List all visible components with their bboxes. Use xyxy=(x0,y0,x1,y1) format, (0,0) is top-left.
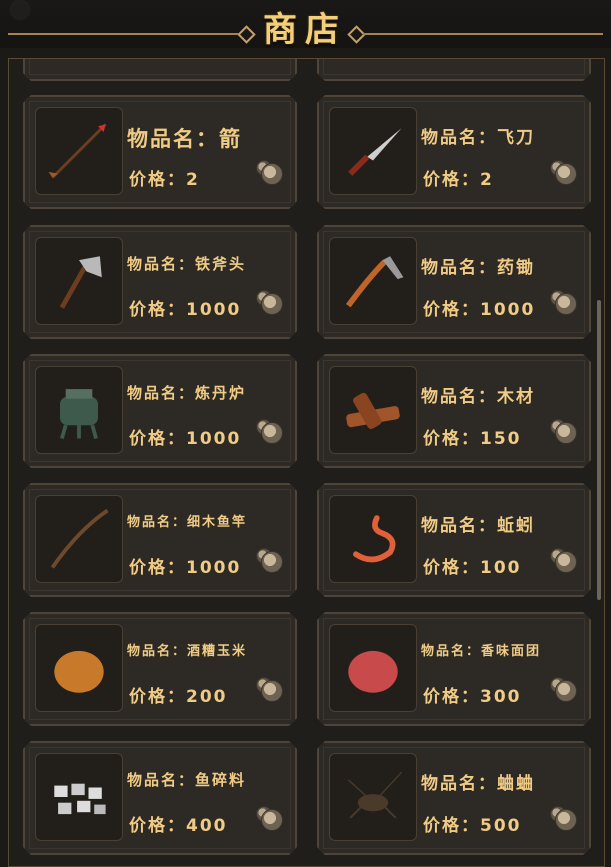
coin-icon xyxy=(261,809,283,831)
item-thumbnail xyxy=(329,237,417,325)
item-thumbnail xyxy=(35,107,123,195)
item-price: 价格：300 xyxy=(423,687,522,707)
coin-icon xyxy=(555,809,577,831)
shop-item-card-partial[interactable] xyxy=(23,58,297,81)
shop-item-card-partial[interactable] xyxy=(317,58,591,81)
shop-item-card[interactable]: 物品名：香味面团 价格：300 xyxy=(317,612,591,726)
header-divider-left xyxy=(8,33,238,35)
item-name: 物品名：铁斧头 xyxy=(127,255,247,273)
item-price: 价格：150 xyxy=(423,429,522,449)
item-price: 价格：100 xyxy=(423,558,522,578)
shop-item-card[interactable]: 物品名：蚯蚓 价格：100 xyxy=(317,483,591,597)
item-thumbnail xyxy=(329,624,417,712)
item-thumbnail xyxy=(329,753,417,841)
coin-icon xyxy=(261,680,283,702)
iron-axe-icon xyxy=(41,243,117,319)
coin-icon xyxy=(555,163,577,185)
item-name: 物品名：箭 xyxy=(127,127,242,151)
wood-icon xyxy=(335,372,411,448)
item-thumbnail xyxy=(35,753,123,841)
coin-icon xyxy=(555,422,577,444)
shop-item-card[interactable]: 物品名：鱼碎料 价格：400 xyxy=(23,741,297,855)
item-name: 物品名：木材 xyxy=(421,387,535,407)
item-name: 物品名：蛐蛐 xyxy=(421,774,535,794)
coin-icon xyxy=(555,551,577,573)
item-price: 价格：2 xyxy=(129,170,200,190)
shop-item-card[interactable]: 物品名：蛐蛐 价格：500 xyxy=(317,741,591,855)
item-name: 物品名：酒糟玉米 xyxy=(127,644,248,659)
item-name: 物品名：蚯蚓 xyxy=(421,516,535,536)
herb-hoe-icon xyxy=(335,243,411,319)
coin-icon xyxy=(261,551,283,573)
item-thumbnail xyxy=(35,495,123,583)
shop-item-card[interactable]: 物品名：铁斧头 价格：1000 xyxy=(23,225,297,339)
coin-icon xyxy=(555,293,577,315)
item-thumbnail xyxy=(35,366,123,454)
shop-item-card[interactable]: 物品名：木材 价格：150 xyxy=(317,354,591,468)
arrow-icon xyxy=(41,113,117,189)
flying-knife-icon xyxy=(335,113,411,189)
scrollbar[interactable] xyxy=(597,300,601,600)
shop-header: 商店 xyxy=(0,0,611,50)
item-price: 价格：200 xyxy=(129,687,228,707)
dough-bait-icon xyxy=(335,630,411,706)
coin-icon xyxy=(555,680,577,702)
item-price: 价格：500 xyxy=(423,816,522,836)
corn-bait-icon xyxy=(41,630,117,706)
item-name: 物品名：药锄 xyxy=(421,258,535,278)
item-thumbnail xyxy=(35,624,123,712)
item-name: 物品名：飞刀 xyxy=(421,128,535,148)
coin-icon xyxy=(261,293,283,315)
shop-item-card[interactable]: 物品名：药锄 价格：1000 xyxy=(317,225,591,339)
item-name: 物品名：炼丹炉 xyxy=(127,384,247,402)
item-price: 价格：1000 xyxy=(129,558,242,578)
item-price: 价格：1000 xyxy=(129,429,242,449)
item-price: 价格：2 xyxy=(423,170,494,190)
shop-item-list[interactable]: 物品名：箭 价格：2 物品名：飞刀 价格：2 物品名：铁斧头 价格：1000 物… xyxy=(8,58,605,867)
shop-item-card[interactable]: 物品名：箭 价格：2 xyxy=(23,95,297,209)
shop-item-card[interactable]: 物品名：炼丹炉 价格：1000 xyxy=(23,354,297,468)
shop-item-card[interactable]: 物品名：酒糟玉米 价格：200 xyxy=(23,612,297,726)
earthworm-icon xyxy=(335,501,411,577)
item-name: 物品名：细木鱼竿 xyxy=(127,515,248,530)
item-thumbnail xyxy=(329,107,417,195)
item-price: 价格：400 xyxy=(129,816,228,836)
item-name: 物品名：香味面团 xyxy=(421,644,542,659)
item-thumbnail xyxy=(35,237,123,325)
item-thumbnail xyxy=(329,495,417,583)
item-price: 价格：1000 xyxy=(129,300,242,320)
alchemy-furnace-icon xyxy=(41,372,117,448)
item-price: 价格：1000 xyxy=(423,300,536,320)
shop-item-card[interactable]: 物品名：细木鱼竿 价格：1000 xyxy=(23,483,297,597)
header-divider-right xyxy=(363,33,603,35)
fish-scraps-icon xyxy=(41,759,117,835)
item-thumbnail xyxy=(329,366,417,454)
item-name: 物品名：鱼碎料 xyxy=(127,771,247,789)
coin-icon xyxy=(261,163,283,185)
shop-item-card[interactable]: 物品名：飞刀 价格：2 xyxy=(317,95,591,209)
coin-icon xyxy=(261,422,283,444)
page-title: 商店 xyxy=(263,10,347,50)
cricket-icon xyxy=(335,759,411,835)
fishing-rod-icon xyxy=(41,501,117,577)
